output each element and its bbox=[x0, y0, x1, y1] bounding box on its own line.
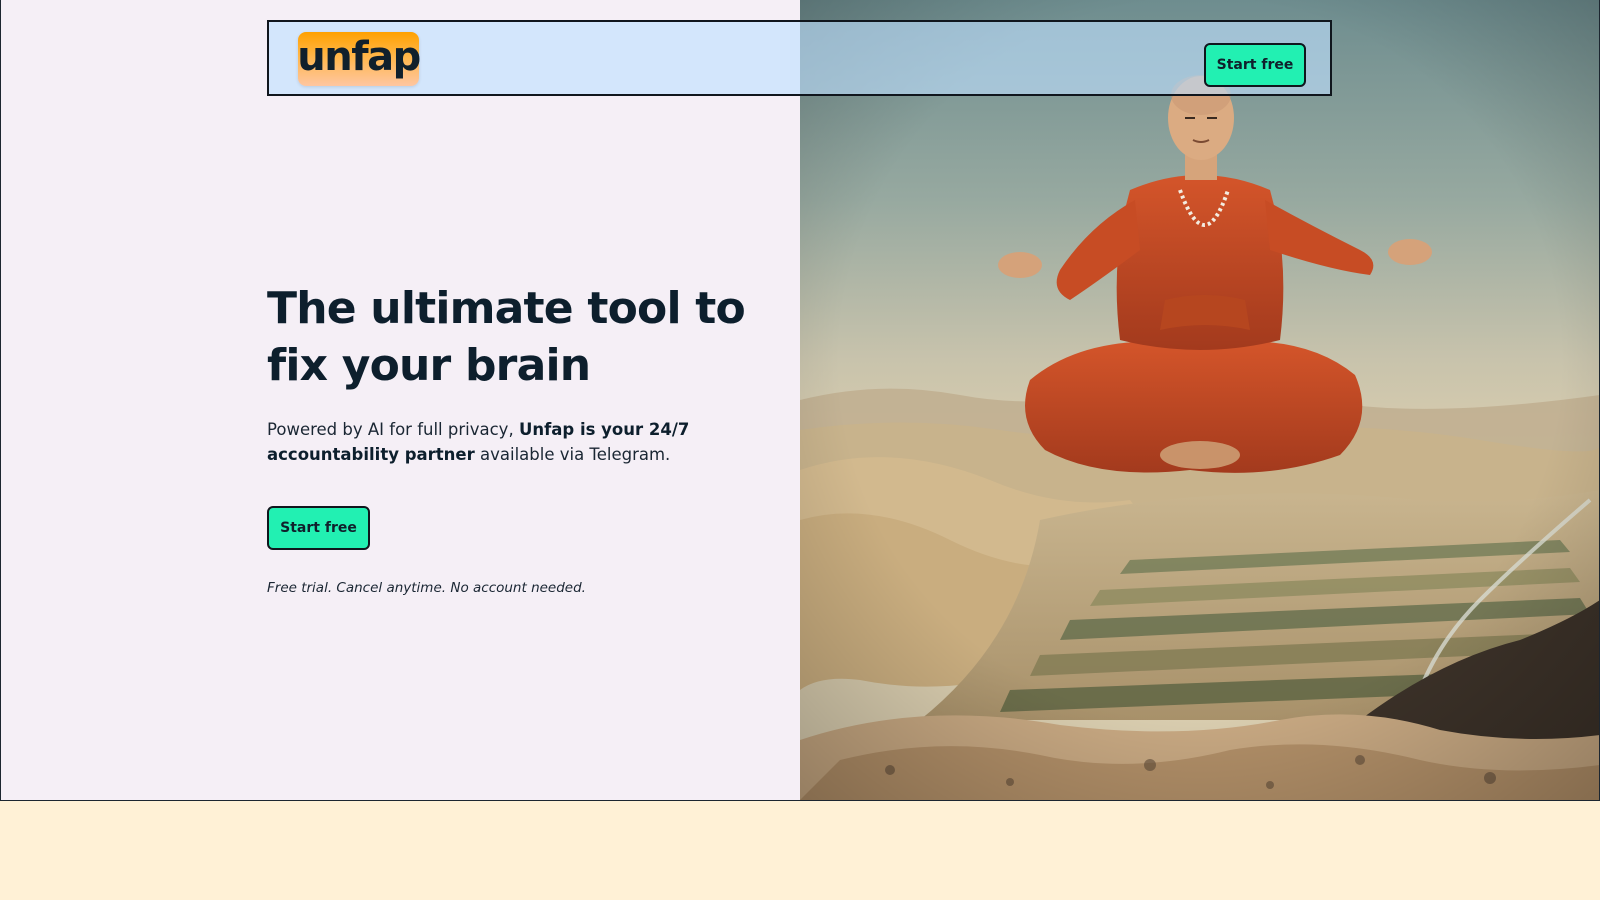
hero-photo-illustration bbox=[800, 0, 1599, 800]
hero-trial-note: Free trial. Cancel anytime. No account n… bbox=[267, 580, 586, 596]
header-start-free-button[interactable]: Start free bbox=[1204, 43, 1306, 87]
hero-start-free-button[interactable]: Start free bbox=[267, 506, 370, 550]
hero-left-panel bbox=[1, 0, 800, 800]
hero-subtext: Powered by AI for full privacy, Unfap is… bbox=[267, 417, 737, 467]
logo[interactable]: unfap bbox=[297, 32, 421, 86]
hero-headline: The ultimate tool to fix your brain bbox=[267, 283, 746, 391]
site-header: unfap Start free bbox=[267, 20, 1332, 96]
hero-subtext-tail: available via Telegram. bbox=[474, 445, 671, 464]
logo-text: unfap bbox=[297, 34, 421, 80]
hero-subtext-lead: Powered by AI for full privacy, bbox=[267, 420, 519, 439]
hero-section: unfap Start free The ultimate tool to fi… bbox=[0, 0, 1600, 801]
hero-photo-monk-levitating bbox=[800, 0, 1599, 800]
